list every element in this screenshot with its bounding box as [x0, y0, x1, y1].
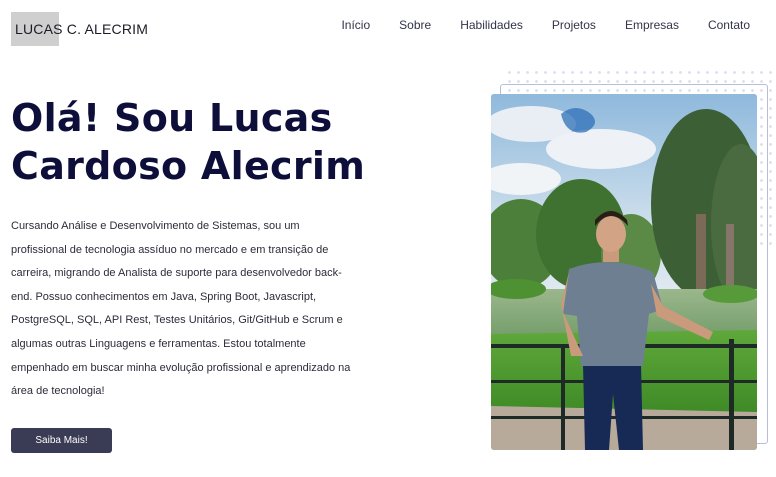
profile-photo — [491, 94, 757, 450]
hero-description: Cursando Análise e Desenvolvimento de Si… — [11, 220, 351, 398]
logo-text: LUCAS C. ALECRIM — [15, 21, 149, 37]
hero-title-line1: Olá! Sou Lucas — [11, 96, 333, 140]
saiba-mais-button[interactable]: Saiba Mais! — [11, 428, 112, 453]
nav-link-contato[interactable]: Contato — [708, 18, 750, 32]
hero-title-line2: Cardoso Alecrim — [11, 144, 366, 188]
nav-link-projetos[interactable]: Projetos — [552, 18, 596, 32]
page: LUCAS C. ALECRIM Início Sobre Habilidade… — [0, 0, 776, 477]
nav-link-sobre[interactable]: Sobre — [399, 18, 431, 32]
profile-photo-illustration — [491, 94, 757, 450]
main-nav: Início Sobre Habilidades Projetos Empres… — [312, 18, 750, 32]
nav-link-empresas[interactable]: Empresas — [625, 18, 679, 32]
logo[interactable]: LUCAS C. ALECRIM — [11, 12, 148, 46]
nav-link-inicio[interactable]: Início — [341, 18, 370, 32]
hero-title: Olá! Sou Lucas Cardoso Alecrim — [11, 94, 391, 190]
nav-link-habilidades[interactable]: Habilidades — [460, 18, 523, 32]
